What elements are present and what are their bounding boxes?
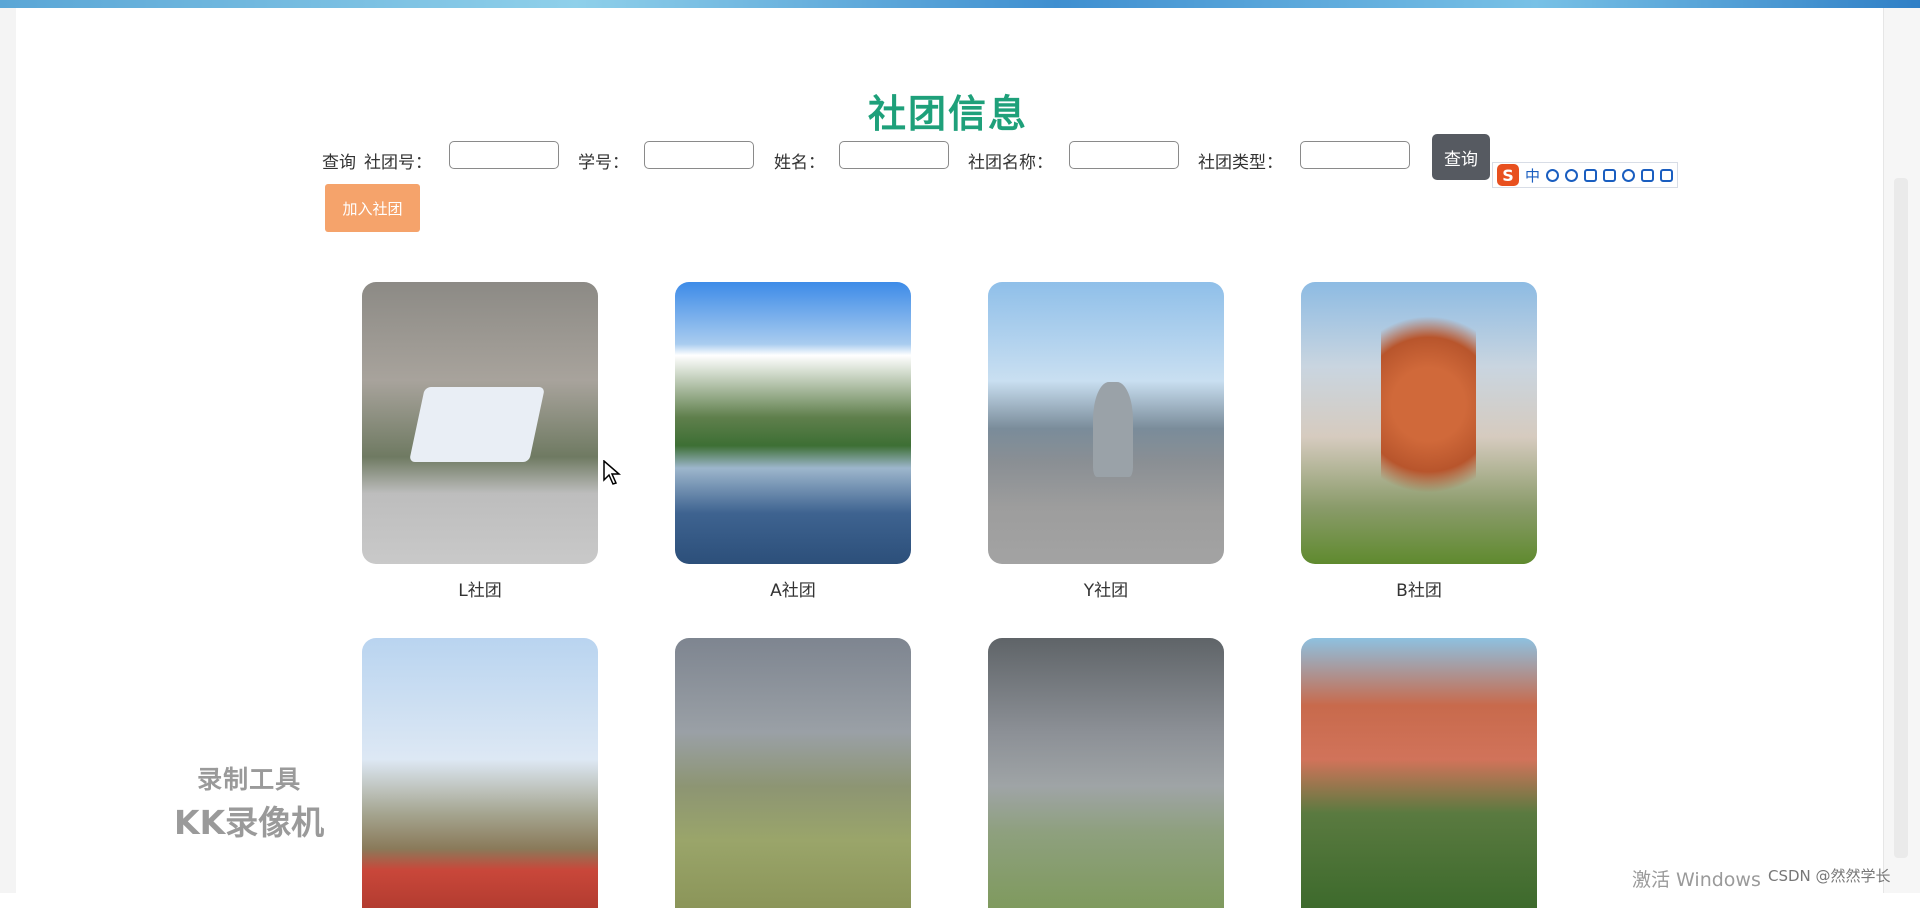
club-photo[interactable] [675,638,911,908]
left-page-edge [0,8,16,893]
club-name[interactable]: A社团 [675,576,911,601]
punctuation-icon[interactable] [1546,168,1560,182]
club-photo[interactable] [362,282,598,564]
query-button[interactable]: 查询 [1432,134,1490,180]
keyboard-icon[interactable] [1603,168,1617,182]
student-id-input[interactable] [644,141,754,169]
page-title: 社团信息 [867,92,1028,137]
club-photo[interactable] [1301,282,1537,564]
club-name[interactable]: L社团 [362,576,598,601]
club-photo[interactable] [988,638,1224,908]
club-card[interactable] [675,638,911,908]
club-card[interactable] [988,638,1224,908]
club-photo[interactable] [988,282,1224,564]
ime-mode-toggle[interactable]: 中 [1525,165,1540,186]
top-banner-strip [0,0,1920,8]
club-photo[interactable] [1301,638,1537,908]
microphone-icon[interactable] [1584,168,1598,182]
grid-icon[interactable] [1660,168,1674,182]
club-card[interactable]: Y社团 [988,282,1224,601]
club-card[interactable] [362,638,598,908]
club-photo[interactable] [362,638,598,908]
activate-windows-text: 激活 Windows [1632,869,1761,891]
club-card[interactable]: L社团 [362,282,598,601]
user-icon[interactable] [1622,168,1636,182]
scrollbar-thumb[interactable] [1894,178,1908,858]
watermark-line1: 录制工具 [197,765,302,794]
club-name-label: 社团名称： [968,153,1053,173]
club-card[interactable]: A社团 [675,282,911,601]
club-name[interactable]: B社团 [1301,576,1537,601]
club-type-input[interactable] [1300,141,1410,169]
ime-toolbar[interactable]: S 中 [1492,162,1679,188]
club-id-input[interactable] [449,141,559,169]
mouse-cursor-icon [603,460,621,485]
search-prefix-label: 查询 [322,153,356,173]
club-card[interactable]: B社团 [1301,282,1537,601]
emoji-icon[interactable] [1565,168,1579,182]
club-name-input[interactable] [1069,141,1179,169]
scrollbar[interactable] [1883,8,1920,893]
club-name[interactable]: Y社团 [988,576,1224,601]
student-id-label: 学号： [578,153,629,173]
name-label: 姓名： [774,153,825,173]
sogou-ime-logo-icon[interactable]: S [1497,164,1519,186]
club-type-label: 社团类型： [1198,153,1283,173]
club-id-label: 社团号： [364,153,432,173]
club-card[interactable] [1301,638,1537,908]
join-club-button[interactable]: 加入社团 [325,184,420,232]
name-input[interactable] [839,141,949,169]
watermark-line2: KK录像机 [174,803,325,842]
recorder-watermark: 录制工具 KK录像机 [174,760,324,844]
csdn-credit: CSDN @然然学长 [1768,867,1891,885]
club-photo[interactable] [675,282,911,564]
shirt-icon[interactable] [1641,168,1655,182]
